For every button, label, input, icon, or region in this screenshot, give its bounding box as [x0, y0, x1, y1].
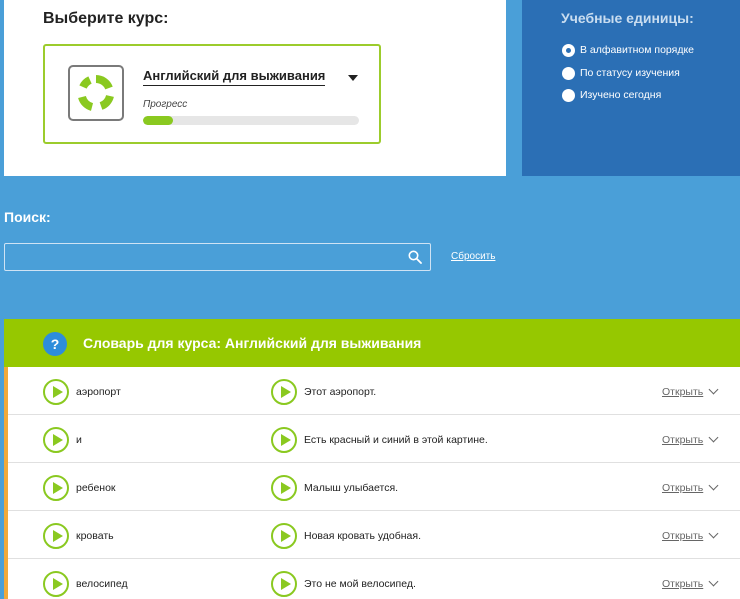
units-panel: Учебные единицы: В алфавитном порядке По…: [522, 0, 740, 176]
vocabulary-header: ? Словарь для курса: Английский для выжи…: [4, 319, 740, 367]
sentence-text: Это не мой велосипед.: [304, 578, 416, 590]
course-heading: Выберите курс:: [43, 10, 169, 27]
radio-by-status[interactable]: По статусу изучения: [562, 66, 680, 80]
sentence-text: Этот аэропорт.: [304, 386, 377, 398]
course-card[interactable]: Английский для выживания Прогресс: [43, 44, 381, 144]
word-text: и: [76, 434, 82, 446]
list-item: аэропорт Этот аэропорт. Открыть: [8, 367, 740, 415]
radio-learned-today[interactable]: Изучено сегодня: [562, 88, 661, 102]
radio-button[interactable]: [562, 88, 575, 102]
word-text: кровать: [76, 530, 114, 542]
sentence-text: Новая кровать удобная.: [304, 530, 421, 542]
sentence-text: Есть красный и синий в этой картине.: [304, 434, 488, 446]
vocabulary-title: Словарь для курса: Английский для выжива…: [83, 335, 422, 351]
play-word-button[interactable]: [43, 523, 69, 549]
units-heading: Учебные единицы:: [561, 10, 694, 26]
play-word-button[interactable]: [43, 427, 69, 453]
radio-label: В алфавитном порядке: [580, 44, 695, 56]
chevron-down-icon[interactable]: [708, 576, 719, 587]
play-word-button[interactable]: [43, 475, 69, 501]
open-link[interactable]: Открыть: [662, 386, 703, 398]
play-sentence-button[interactable]: [271, 523, 297, 549]
vocabulary-list: аэропорт Этот аэропорт. Открыть и Есть к…: [4, 367, 740, 599]
list-item: велосипед Это не мой велосипед. Открыть: [8, 559, 740, 599]
list-item: ребенок Малыш улыбается. Открыть: [8, 463, 740, 511]
list-item: и Есть красный и синий в этой картине. О…: [8, 415, 740, 463]
play-sentence-button[interactable]: [271, 571, 297, 597]
chevron-down-icon[interactable]: [708, 432, 719, 443]
chevron-down-icon[interactable]: [348, 75, 358, 81]
course-logo-icon: [68, 65, 124, 121]
play-word-button[interactable]: [43, 571, 69, 597]
search-box[interactable]: [4, 243, 431, 271]
course-name-dropdown[interactable]: Английский для выживания: [143, 68, 326, 86]
chevron-down-icon[interactable]: [708, 480, 719, 491]
course-selection-panel: Выберите курс: Английский для выживания …: [4, 0, 506, 176]
radio-label: По статусу изучения: [580, 67, 680, 79]
search-input[interactable]: [5, 244, 400, 270]
open-link[interactable]: Открыть: [662, 578, 703, 590]
radio-alphabetical[interactable]: В алфавитном порядке: [562, 43, 694, 57]
play-sentence-button[interactable]: [271, 475, 297, 501]
progress-label: Прогресс: [143, 99, 188, 110]
chevron-down-icon[interactable]: [708, 528, 719, 539]
reset-search-link[interactable]: Сбросить: [451, 251, 495, 262]
chevron-down-icon[interactable]: [708, 384, 719, 395]
play-word-button[interactable]: [43, 379, 69, 405]
open-link[interactable]: Открыть: [662, 434, 703, 446]
word-text: аэропорт: [76, 386, 121, 398]
word-text: ребенок: [76, 482, 116, 494]
sentence-text: Малыш улыбается.: [304, 482, 399, 494]
search-icon[interactable]: [408, 250, 422, 264]
word-text: велосипед: [76, 578, 128, 590]
progress-bar-fill: [143, 116, 174, 125]
open-link[interactable]: Открыть: [662, 530, 703, 542]
progress-bar: [143, 116, 359, 125]
radio-label: Изучено сегодня: [580, 89, 662, 101]
search-label: Поиск:: [4, 209, 51, 225]
list-item: кровать Новая кровать удобная. Открыть: [8, 511, 740, 559]
radio-button[interactable]: [562, 43, 575, 57]
play-sentence-button[interactable]: [271, 379, 297, 405]
help-icon[interactable]: ?: [43, 332, 67, 356]
open-link[interactable]: Открыть: [662, 482, 703, 494]
radio-button[interactable]: [562, 66, 575, 80]
play-sentence-button[interactable]: [271, 427, 297, 453]
